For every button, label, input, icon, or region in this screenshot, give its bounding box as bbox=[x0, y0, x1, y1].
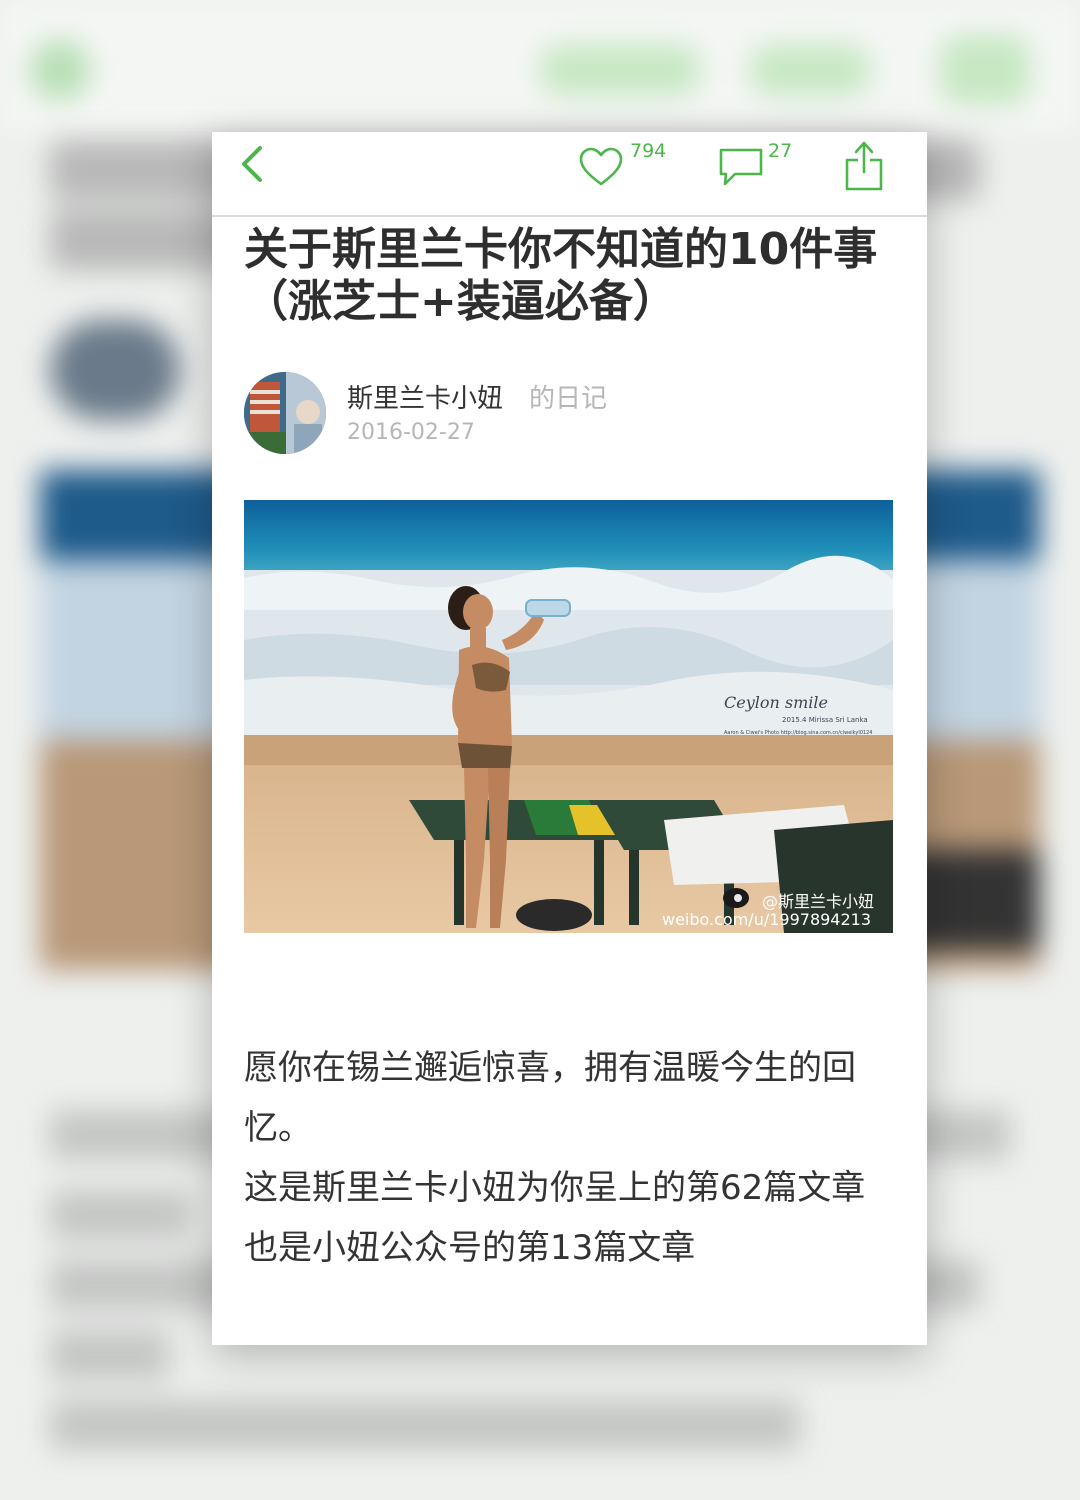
weibo-logo-icon bbox=[723, 888, 749, 908]
article-screen: 794 27 关于斯里兰卡你不知道的10件事（涨芝士+装逼必备） 斯里兰卡小妞 … bbox=[212, 132, 927, 1345]
top-toolbar: 794 27 bbox=[212, 132, 927, 217]
like-count: 794 bbox=[630, 140, 667, 162]
weibo-handle: @斯里兰卡小妞 bbox=[762, 892, 874, 911]
watermark-credit: Aaron & Ciwei's Photo http://blog.sina.c… bbox=[724, 730, 872, 736]
comment-icon[interactable] bbox=[717, 146, 765, 188]
back-icon[interactable] bbox=[238, 144, 268, 184]
article-photo[interactable]: Ceylon smile 2015.4 Mirissa Sri Lanka Aa… bbox=[244, 500, 893, 933]
article-title: 关于斯里兰卡你不知道的10件事（涨芝士+装逼必备） bbox=[244, 224, 878, 327]
watermark-title: Ceylon smile bbox=[724, 693, 828, 712]
paragraph: 也是小妞公众号的第13篇文章 bbox=[244, 1228, 696, 1268]
publish-date: 2016-02-27 bbox=[347, 420, 475, 445]
paragraph: 愿你在锡兰邂逅惊喜，拥有温暖今生的回忆。 bbox=[244, 1048, 856, 1148]
watermark-subtitle: 2015.4 Mirissa Sri Lanka bbox=[782, 716, 868, 724]
author-info: 斯里兰卡小妞 的日记 2016-02-27 bbox=[244, 372, 894, 456]
share-icon[interactable] bbox=[844, 140, 884, 192]
article-body: 愿你在锡兰邂逅惊喜，拥有温暖今生的回忆。 这是斯里兰卡小妞为你呈上的第62篇文章… bbox=[244, 1038, 904, 1278]
heart-icon[interactable] bbox=[578, 146, 624, 188]
comment-count: 27 bbox=[768, 140, 793, 162]
paragraph: 这是斯里兰卡小妞为你呈上的第62篇文章 bbox=[244, 1168, 866, 1208]
diary-label: 的日记 bbox=[529, 384, 608, 414]
avatar[interactable] bbox=[244, 372, 326, 454]
weibo-url: weibo.com/u/1997894213 bbox=[662, 910, 871, 929]
author-name[interactable]: 斯里兰卡小妞 bbox=[347, 378, 503, 415]
